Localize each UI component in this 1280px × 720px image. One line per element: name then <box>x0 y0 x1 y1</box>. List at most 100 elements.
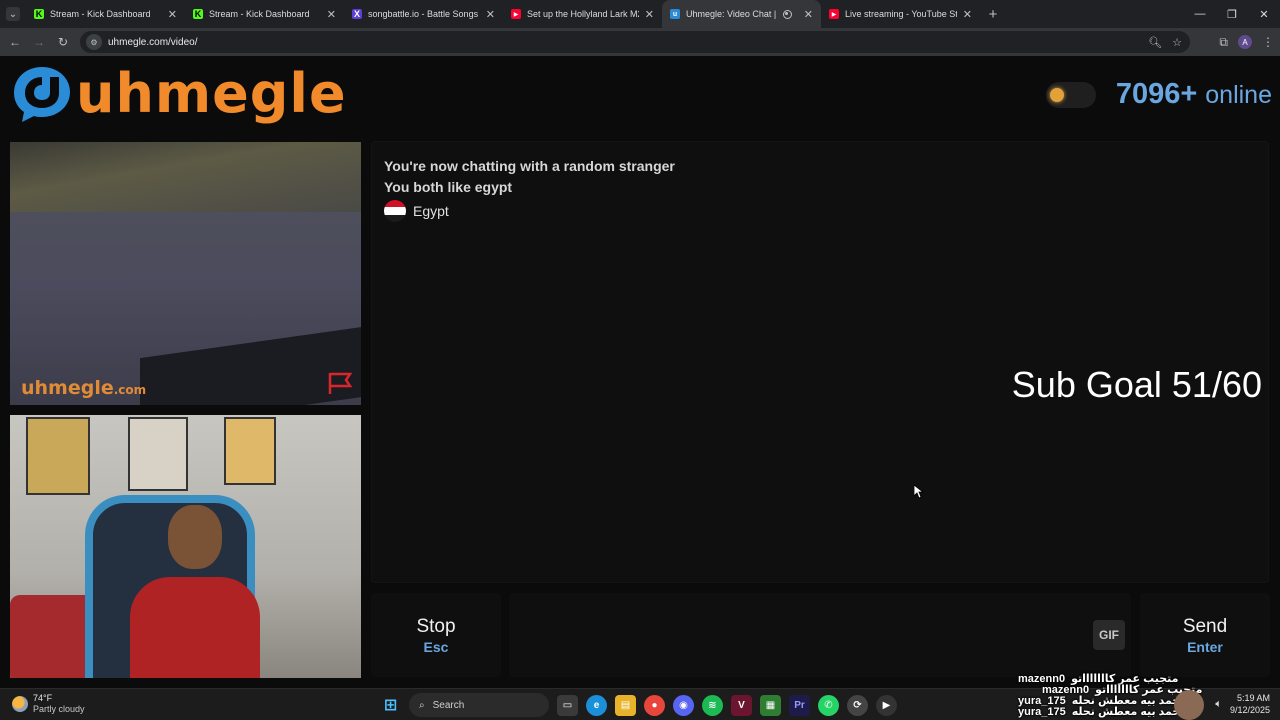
site-info-icon[interactable]: ⚙ <box>86 34 102 50</box>
browser-tab[interactable]: ▶ Set up the Hollyland Lark M2 ir ✕ <box>503 0 662 28</box>
weather-condition: Partly cloudy <box>33 704 85 714</box>
close-icon[interactable]: ✕ <box>963 8 972 21</box>
send-label: Send <box>1182 615 1228 637</box>
edge-icon[interactable]: e <box>586 694 607 716</box>
message-input[interactable]: GIF <box>509 593 1131 677</box>
stop-label: Stop <box>416 615 456 637</box>
wall-poster <box>224 417 276 485</box>
back-icon[interactable]: ← <box>3 28 27 56</box>
stop-button[interactable]: Stop Esc <box>371 593 501 677</box>
minimize-icon[interactable]: — <box>1184 0 1216 28</box>
premiere-pro-icon[interactable]: Pr <box>789 694 810 716</box>
uhmegle-icon: u <box>670 9 680 19</box>
recording-icon <box>782 9 792 19</box>
browser-tab[interactable]: K Stream - Kick Dashboard ✕ <box>26 0 185 28</box>
windows-start-icon[interactable]: ⊞ <box>380 695 401 716</box>
partly-cloudy-icon <box>12 696 28 712</box>
system-tray: 🔈︎ 5:19 AM 9/12/2025 <box>1215 692 1270 716</box>
watermark-main: uhmegle <box>21 377 114 399</box>
bookmark-star-icon[interactable]: ☆ <box>1172 36 1182 49</box>
discord-icon[interactable]: ◉ <box>673 694 694 716</box>
report-flag-icon[interactable] <box>327 371 353 395</box>
send-shortcut: Enter <box>1187 638 1223 655</box>
tab-list: K Stream - Kick Dashboard ✕ K Stream - K… <box>26 0 980 28</box>
weather-widget[interactable]: 74°F Partly cloudy <box>12 693 85 715</box>
taskbar-search[interactable]: ⌕ Search <box>409 693 549 717</box>
songbattle-icon: X <box>352 9 362 19</box>
whatsapp-icon[interactable]: ✆ <box>818 694 839 716</box>
close-icon[interactable]: ✕ <box>327 8 336 21</box>
zoom-icon[interactable]: 🔍︎ <box>1148 36 1162 49</box>
mouse-cursor-icon <box>914 485 924 499</box>
self-video <box>10 415 361 678</box>
browser-tab-active[interactable]: u Uhmegle: Video Chat | Om ✕ <box>662 0 821 28</box>
send-button[interactable]: Send Enter <box>1140 593 1270 677</box>
stranger-video: uhmegle.com <box>10 142 361 405</box>
browser-tab[interactable]: X songbattle.io - Battle Songs ag ✕ <box>344 0 503 28</box>
time: 5:19 AM <box>1236 693 1270 703</box>
chat-message: احمد بيه معطش نحله <box>1071 706 1185 718</box>
gif-button[interactable]: GIF <box>1093 620 1125 650</box>
wall-poster <box>128 417 188 491</box>
omnibox-actions: 🔍︎ ☆ <box>1148 31 1182 53</box>
toolbar-actions: ⧉ A ⋮ <box>1219 28 1274 56</box>
url-text[interactable]: uhmegle.com/video/ <box>108 37 198 48</box>
menu-kebab-icon[interactable]: ⋮ <box>1262 35 1274 49</box>
close-window-icon[interactable]: ✕ <box>1248 0 1280 28</box>
streamer-head <box>168 505 222 569</box>
sun-icon <box>1050 88 1064 102</box>
close-icon[interactable]: ✕ <box>486 8 495 21</box>
online-count: 7096+ <box>1115 78 1198 110</box>
search-label: Search <box>432 699 465 711</box>
sub-goal-overlay: Sub Goal 51/60 <box>1011 364 1262 405</box>
media-player-icon[interactable]: ▶ <box>876 694 897 716</box>
date: 9/12/2025 <box>1229 705 1270 715</box>
online-counter: 7096+ online <box>1116 78 1272 111</box>
wall-poster <box>26 417 90 495</box>
youtube-icon: ▶ <box>829 9 839 19</box>
app-icon[interactable]: ▦ <box>760 694 781 716</box>
logo-wordmark: uhmegle <box>76 62 347 125</box>
window-controls: — ❐ ✕ <box>1184 0 1280 28</box>
address-bar[interactable]: ⚙ uhmegle.com/video/ 🔍︎ ☆ <box>80 31 1190 53</box>
video-scene-ceiling <box>10 142 361 212</box>
chrome-icon[interactable]: ● <box>644 694 665 716</box>
extensions-icon[interactable]: ⧉ <box>1219 35 1228 50</box>
theme-toggle[interactable] <box>1046 82 1096 108</box>
reload-icon[interactable]: ↻ <box>51 28 75 56</box>
browser-tab[interactable]: K Stream - Kick Dashboard ✕ <box>185 0 344 28</box>
profile-avatar[interactable]: A <box>1238 35 1252 49</box>
volume-icon[interactable]: 🔈︎ <box>1215 698 1222 711</box>
task-view-icon[interactable]: ▭ <box>557 694 578 716</box>
common-interest-message: You both like egypt <box>384 179 513 195</box>
online-label: online <box>1205 81 1272 109</box>
tab-title: Live streaming - YouTube Studi <box>845 9 957 19</box>
uhmegle-page: uhmegle 7096+ online uhmegle.com You're … <box>0 56 1280 688</box>
kick-icon: K <box>193 9 203 19</box>
country-name: Egypt <box>413 203 449 219</box>
tab-title: Set up the Hollyland Lark M2 ir <box>527 9 639 19</box>
stranger-country: Egypt <box>384 200 449 222</box>
forward-icon[interactable]: → <box>27 28 51 56</box>
close-icon[interactable]: ✕ <box>168 8 177 21</box>
stop-shortcut: Esc <box>423 638 449 655</box>
watermark-suffix: .com <box>113 383 147 397</box>
clock[interactable]: 5:19 AM 9/12/2025 <box>1230 692 1270 716</box>
browser-tab-strip: ⌄ K Stream - Kick Dashboard ✕ K Stream -… <box>0 0 1280 28</box>
streamer-shirt <box>130 577 260 678</box>
close-icon[interactable]: ✕ <box>645 8 654 21</box>
app-icon[interactable]: ⟳ <box>847 694 868 716</box>
browser-tab[interactable]: ▶ Live streaming - YouTube Studi ✕ <box>821 0 980 28</box>
new-tab-button[interactable]: + <box>980 6 1006 23</box>
chat-user: yura_175 <box>1018 706 1066 718</box>
close-icon[interactable]: ✕ <box>804 8 813 21</box>
address-toolbar: ← → ↻ ⚙ uhmegle.com/video/ 🔍︎ ☆ ⧉ A ⋮ <box>0 28 1280 56</box>
temperature: 74°F <box>33 693 53 703</box>
tab-search-button[interactable]: ⌄ <box>0 0 26 28</box>
egypt-flag-icon <box>384 200 406 222</box>
site-logo[interactable]: uhmegle <box>12 64 347 124</box>
spotify-icon[interactable]: ≋ <box>702 694 723 716</box>
restore-icon[interactable]: ❐ <box>1216 0 1248 28</box>
app-icon[interactable]: V <box>731 694 752 716</box>
file-explorer-icon[interactable]: ▤ <box>615 694 636 716</box>
